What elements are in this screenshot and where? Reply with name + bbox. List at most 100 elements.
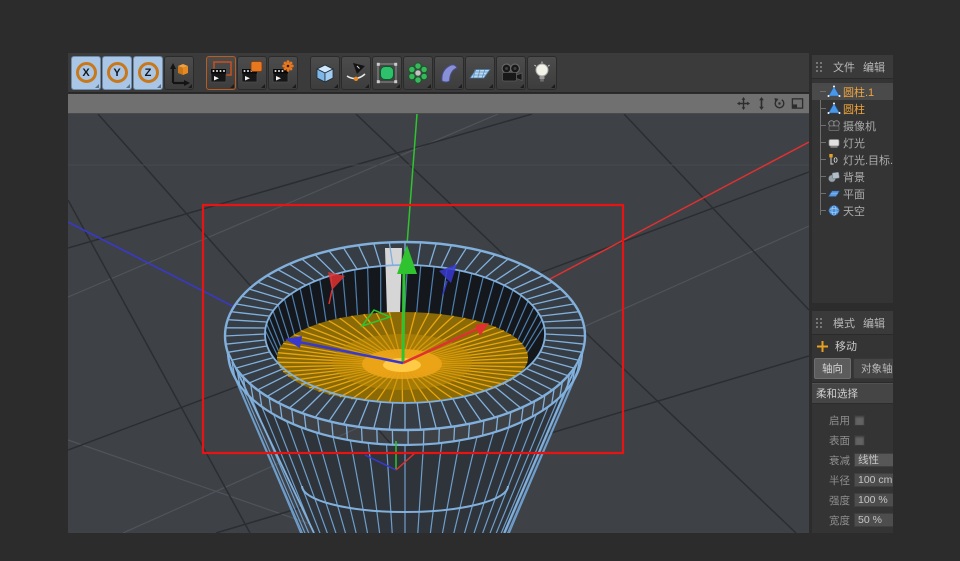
om-menu-edit[interactable]: 编辑 bbox=[863, 59, 885, 75]
array-button[interactable] bbox=[403, 56, 433, 90]
object-label: 圆柱.1 bbox=[843, 84, 874, 100]
soft-selection-section-title[interactable]: 柔和选择 bbox=[812, 383, 893, 404]
active-tool-label: 移动 bbox=[835, 338, 857, 354]
array-icon bbox=[406, 61, 430, 85]
sky-icon bbox=[827, 204, 841, 217]
camera-button[interactable] bbox=[496, 56, 526, 90]
object-row-cylinder[interactable]: 圆柱 bbox=[812, 100, 893, 117]
primitive-cube-button[interactable] bbox=[310, 56, 340, 90]
object-label: 圆柱 bbox=[843, 101, 865, 117]
object-label: 摄像机 bbox=[843, 118, 876, 134]
panel-grip-icon[interactable] bbox=[815, 317, 825, 329]
lock-z-button[interactable]: Z bbox=[133, 56, 163, 90]
subdivision-surface-button[interactable] bbox=[372, 56, 402, 90]
render-queue-icon bbox=[271, 60, 295, 86]
object-label: 灯光.目标.1 bbox=[843, 152, 893, 168]
falloff-label: 衰减 bbox=[812, 453, 850, 468]
cinema4d-window: X Y Z bbox=[0, 0, 960, 561]
coordinate-system-button[interactable] bbox=[164, 56, 194, 90]
object-label: 平面 bbox=[843, 186, 865, 202]
strength-field[interactable]: 100 % bbox=[854, 493, 893, 507]
surface-checkbox[interactable] bbox=[854, 435, 865, 446]
object-manager: 文件 编辑 圆柱.1 圆柱 bbox=[812, 55, 893, 303]
axis-lock-group: X Y Z bbox=[71, 56, 194, 90]
render-view-icon bbox=[209, 60, 233, 86]
enable-checkbox[interactable] bbox=[854, 415, 865, 426]
attribute-manager-header: 模式 编辑 bbox=[812, 311, 893, 335]
object-label: 灯光 bbox=[843, 135, 865, 151]
x-axis-icon: X bbox=[76, 62, 97, 83]
cone-icon bbox=[827, 85, 841, 98]
radius-row: 半径 100 cm bbox=[812, 470, 893, 490]
floor-button[interactable] bbox=[465, 56, 495, 90]
radius-field[interactable]: 100 cm bbox=[854, 473, 893, 487]
viewport-pan-icon[interactable] bbox=[736, 96, 751, 111]
width-row: 宽度 50 % bbox=[812, 510, 893, 530]
deformer-button[interactable] bbox=[434, 56, 464, 90]
render-settings-icon bbox=[240, 60, 264, 86]
object-label: 天空 bbox=[843, 203, 865, 219]
width-field[interactable]: 50 % bbox=[854, 513, 893, 527]
render-view-button[interactable] bbox=[206, 56, 236, 90]
object-manager-header: 文件 编辑 bbox=[812, 55, 893, 79]
enable-row: 启用 bbox=[812, 410, 893, 430]
camera-icon bbox=[499, 61, 523, 85]
floor-icon bbox=[468, 61, 492, 85]
subdivision-surface-icon bbox=[375, 61, 399, 85]
viewport-titlebar[interactable] bbox=[68, 94, 809, 114]
viewport-3d[interactable] bbox=[68, 114, 809, 533]
viewport-rotate-icon[interactable] bbox=[772, 96, 787, 111]
object-row-light[interactable]: 灯光 bbox=[812, 134, 893, 151]
width-label: 宽度 bbox=[812, 513, 850, 528]
lock-y-button[interactable]: Y bbox=[102, 56, 132, 90]
render-queue-button[interactable] bbox=[268, 56, 298, 90]
deformer-icon bbox=[437, 61, 461, 85]
object-row-cylinder-1[interactable]: 圆柱.1 bbox=[812, 83, 893, 100]
plane-icon bbox=[827, 187, 841, 200]
object-row-sky[interactable]: 天空 bbox=[812, 202, 893, 219]
light-button[interactable] bbox=[527, 56, 557, 90]
object-row-background[interactable]: 背景 bbox=[812, 168, 893, 185]
camera-icon bbox=[827, 119, 841, 132]
surface-label: 表面 bbox=[812, 433, 850, 448]
enable-label: 启用 bbox=[812, 413, 850, 428]
main-toolbar: X Y Z bbox=[68, 53, 809, 93]
y-axis-icon: Y bbox=[107, 62, 128, 83]
active-tool-row: 移动 bbox=[812, 335, 893, 357]
surface-row: 表面 bbox=[812, 430, 893, 450]
radius-label: 半径 bbox=[812, 473, 850, 488]
tab-object-axis[interactable]: 对象轴 bbox=[853, 358, 893, 379]
render-group bbox=[206, 56, 298, 90]
falloff-curve-row bbox=[812, 530, 893, 533]
scene-canvas bbox=[68, 114, 809, 533]
spline-pen-button[interactable] bbox=[341, 56, 371, 90]
attribute-tabs: 轴向 对象轴 bbox=[812, 357, 893, 383]
object-row-light-target[interactable]: 0 灯光.目标.1 bbox=[812, 151, 893, 168]
tab-axis[interactable]: 轴向 bbox=[814, 358, 851, 379]
om-menu-file[interactable]: 文件 bbox=[833, 59, 855, 75]
object-row-plane[interactable]: 平面 bbox=[812, 185, 893, 202]
lock-x-button[interactable]: X bbox=[71, 56, 101, 90]
target-light-icon: 0 bbox=[827, 153, 841, 166]
falloff-dropdown[interactable]: 线性 bbox=[854, 453, 893, 467]
primitive-cube-icon bbox=[313, 61, 337, 85]
attribute-manager: 模式 编辑 移动 轴向 对象轴 柔和选择 启用 表面 衰减 线性 半径 bbox=[812, 311, 893, 533]
am-menu-edit[interactable]: 编辑 bbox=[863, 315, 885, 331]
z-axis-icon: Z bbox=[138, 62, 159, 83]
object-label: 背景 bbox=[843, 169, 865, 185]
panel-grip-icon[interactable] bbox=[815, 61, 825, 73]
viewport-zoom-icon[interactable] bbox=[754, 96, 769, 111]
strength-row: 强度 100 % bbox=[812, 490, 893, 510]
move-tool-icon bbox=[816, 340, 829, 353]
object-row-camera[interactable]: 摄像机 bbox=[812, 117, 893, 134]
object-tree: 圆柱.1 圆柱 摄像机 bbox=[812, 83, 893, 219]
strength-label: 强度 bbox=[812, 493, 850, 508]
render-settings-button[interactable] bbox=[237, 56, 267, 90]
viewport-maximize-icon[interactable] bbox=[790, 96, 805, 111]
am-menu-mode[interactable]: 模式 bbox=[833, 315, 855, 331]
modeling-group bbox=[310, 56, 557, 90]
falloff-row: 衰减 线性 bbox=[812, 450, 893, 470]
light-object-icon bbox=[827, 136, 841, 149]
background-icon bbox=[827, 170, 841, 183]
spline-pen-icon bbox=[344, 61, 368, 85]
